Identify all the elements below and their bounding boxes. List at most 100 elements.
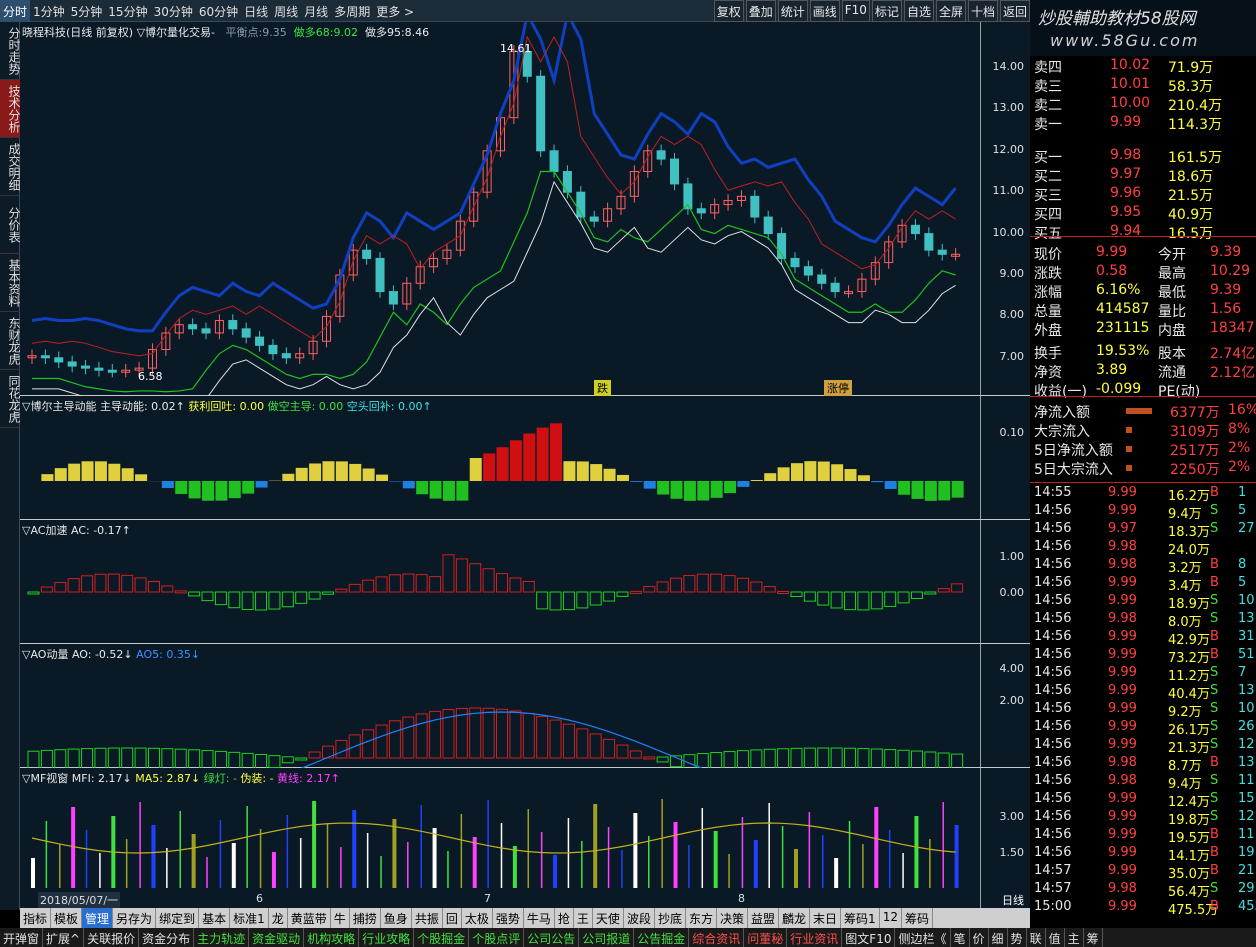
indicator-tab-10[interactable]: 捕捞 bbox=[350, 908, 381, 928]
toolbar-btn-6[interactable]: 自选 bbox=[903, 0, 934, 22]
sidebar-tab-1[interactable]: 技术分析 bbox=[0, 80, 21, 138]
indicator-tab-9[interactable]: 牛 bbox=[331, 908, 350, 928]
bottom-btn-13[interactable]: 综合资讯 bbox=[689, 928, 745, 947]
momentum-bar bbox=[376, 474, 389, 481]
toolbar-btn-9[interactable]: 返回 bbox=[999, 0, 1030, 22]
bottom-btn-4[interactable]: 主力轨迹 bbox=[194, 928, 250, 947]
bottom-btn-21[interactable]: 势 bbox=[1008, 928, 1027, 947]
sidebar-tab-2[interactable]: 成交明细 bbox=[0, 138, 21, 196]
toolbar-btn-5[interactable]: 标记 bbox=[871, 0, 902, 22]
bottom-btn-6[interactable]: 机构攻略 bbox=[304, 928, 360, 947]
ac-bar bbox=[870, 591, 883, 610]
sidebar-tab-6[interactable]: 同花龙虎 bbox=[0, 370, 21, 428]
flow-row: 净流入额 6377万 16% bbox=[1030, 401, 1256, 421]
indicator-tab-13[interactable]: 回 bbox=[443, 908, 462, 928]
bottom-btn-24[interactable]: 主 bbox=[1065, 928, 1084, 947]
sidebar-tab-4[interactable]: 基本资料 bbox=[0, 254, 21, 312]
bottom-btn-1[interactable]: 扩展^ bbox=[43, 928, 85, 947]
bid-row: 买三 9.96 21.5万 bbox=[1030, 184, 1256, 204]
indicator-tab-7[interactable]: 龙 bbox=[269, 908, 288, 928]
bottom-btn-15[interactable]: 行业资讯 bbox=[787, 928, 843, 947]
toolbar-btn-0[interactable]: 复权 bbox=[713, 0, 744, 22]
period-tab-2[interactable]: 5分钟 bbox=[68, 0, 106, 23]
indicator-tab-6[interactable]: 标准1 bbox=[230, 908, 269, 928]
indicator-tab-29[interactable]: 筹码 bbox=[902, 908, 933, 928]
momentum-bar bbox=[630, 481, 643, 482]
bottom-btn-3[interactable]: 资金分布 bbox=[139, 928, 195, 947]
sidebar-tab-0[interactable]: 分时走势 bbox=[0, 22, 21, 80]
indicator-tab-12[interactable]: 共振 bbox=[412, 908, 443, 928]
indicator-tab-28[interactable]: 12 bbox=[880, 908, 902, 928]
trade-cell: 9.99 bbox=[1108, 701, 1137, 716]
candle bbox=[750, 195, 760, 218]
bottom-btn-10[interactable]: 公司公告 bbox=[524, 928, 580, 947]
bottom-btn-20[interactable]: 细 bbox=[989, 928, 1008, 947]
indicator-tab-11[interactable]: 鱼身 bbox=[381, 908, 412, 928]
momentum-bar bbox=[550, 423, 563, 481]
bottom-btn-17[interactable]: 侧边栏《 bbox=[895, 928, 951, 947]
indicator-tab-0[interactable]: 指标 bbox=[20, 908, 52, 928]
trade-cell: 9.99 bbox=[1108, 863, 1137, 878]
indicator-tab-3[interactable]: 另存为 bbox=[113, 908, 157, 928]
indicator-tab-18[interactable]: 王 bbox=[574, 908, 593, 928]
period-tab-5[interactable]: 60分钟 bbox=[196, 0, 241, 23]
bottom-btn-8[interactable]: 个股掘金 bbox=[414, 928, 470, 947]
indicator-tab-22[interactable]: 东方 bbox=[686, 908, 717, 928]
sidebar-tab-3[interactable]: 分价表 bbox=[0, 196, 21, 254]
period-tab-9[interactable]: 多周期 bbox=[331, 0, 373, 23]
indicator-tab-26[interactable]: 末日 bbox=[810, 908, 842, 928]
indicator-tab-17[interactable]: 抢 bbox=[555, 908, 574, 928]
period-tab-1[interactable]: 1分钟 bbox=[30, 0, 68, 23]
period-tab-10[interactable]: 更多 > bbox=[373, 0, 417, 23]
toolbar-btn-3[interactable]: 画线 bbox=[809, 0, 840, 22]
trade-cell: 51 bbox=[1238, 647, 1255, 662]
bottom-btn-18[interactable]: 笔 bbox=[951, 928, 970, 947]
indicator-tab-14[interactable]: 太极 bbox=[462, 908, 493, 928]
indicator-tab-21[interactable]: 抄底 bbox=[655, 908, 686, 928]
toolbar-btn-1[interactable]: 叠加 bbox=[745, 0, 776, 22]
stat-row-cell: 10.29 bbox=[1210, 263, 1251, 279]
indicator-tab-25[interactable]: 麟龙 bbox=[779, 908, 811, 928]
bottom-btn-5[interactable]: 资金驱动 bbox=[249, 928, 305, 947]
period-tab-0[interactable]: 分时 bbox=[0, 0, 31, 23]
ao-bar bbox=[228, 751, 241, 768]
indicator-tab-16[interactable]: 牛马 bbox=[524, 908, 555, 928]
toolbar-btn-4[interactable]: F10 bbox=[841, 0, 870, 22]
period-tab-4[interactable]: 30分钟 bbox=[151, 0, 196, 23]
bottom-btn-9[interactable]: 个股点评 bbox=[469, 928, 525, 947]
indicator-tab-27[interactable]: 筹码1 bbox=[841, 908, 880, 928]
period-tab-3[interactable]: 15分钟 bbox=[105, 0, 150, 23]
indicator-tab-4[interactable]: 绑定到 bbox=[156, 908, 200, 928]
bottom-btn-22[interactable]: 联 bbox=[1027, 928, 1046, 947]
indicator-tab-19[interactable]: 天使 bbox=[593, 908, 624, 928]
bottom-btn-25[interactable]: 筹 bbox=[1084, 928, 1103, 947]
bottom-btn-12[interactable]: 公告掘金 bbox=[634, 928, 690, 947]
indicator-tab-2[interactable]: 管理 bbox=[82, 908, 114, 928]
bottom-btn-23[interactable]: 值 bbox=[1046, 928, 1065, 947]
bottom-btn-7[interactable]: 行业攻略 bbox=[359, 928, 415, 947]
indicator-tab-15[interactable]: 强势 bbox=[493, 908, 524, 928]
bottom-btn-11[interactable]: 公司报道 bbox=[579, 928, 635, 947]
indicator-tab-23[interactable]: 决策 bbox=[717, 908, 748, 928]
momentum-bar bbox=[737, 481, 750, 487]
flow-row-cell: 2% bbox=[1228, 459, 1251, 475]
period-label[interactable]: 日线 bbox=[1002, 892, 1024, 908]
period-tab-7[interactable]: 周线 bbox=[271, 0, 301, 23]
indicator-tab-1[interactable]: 模板 bbox=[51, 908, 83, 928]
period-tab-6[interactable]: 日线 bbox=[241, 0, 271, 23]
momentum-bar bbox=[402, 481, 415, 489]
bottom-btn-19[interactable]: 价 bbox=[970, 928, 989, 947]
indicator-tab-24[interactable]: 益盟 bbox=[748, 908, 780, 928]
bottom-btn-16[interactable]: 图文F10 bbox=[842, 928, 896, 947]
toolbar-btn-7[interactable]: 全屏 bbox=[935, 0, 966, 22]
indicator-tab-8[interactable]: 黄蓝带 bbox=[288, 908, 331, 928]
toolbar-btn-8[interactable]: 十档 bbox=[967, 0, 998, 22]
sidebar-tab-5[interactable]: 东财龙虎 bbox=[0, 312, 21, 370]
toolbar-btn-2[interactable]: 统计 bbox=[777, 0, 808, 22]
indicator-tab-20[interactable]: 波段 bbox=[624, 908, 655, 928]
bottom-btn-14[interactable]: 问董秘 bbox=[744, 928, 788, 947]
bottom-btn-0[interactable]: 开弹窗 bbox=[0, 928, 44, 947]
indicator-tab-5[interactable]: 基本 bbox=[199, 908, 231, 928]
bottom-btn-2[interactable]: 关联报价 bbox=[84, 928, 140, 947]
period-tab-8[interactable]: 月线 bbox=[301, 0, 331, 23]
